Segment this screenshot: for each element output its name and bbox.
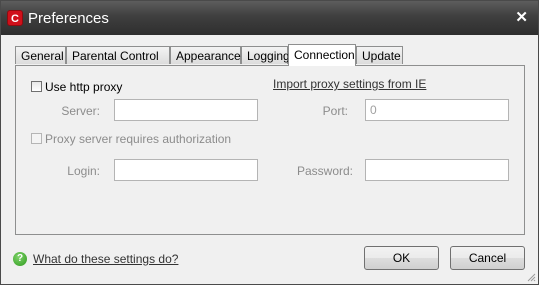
- login-label: Login:: [67, 164, 100, 178]
- tab-appearance[interactable]: Appearance: [170, 46, 241, 64]
- connection-panel: Use http proxy Import proxy settings fro…: [15, 65, 525, 235]
- server-label: Server:: [61, 104, 100, 118]
- resize-grip-icon[interactable]: [526, 272, 536, 282]
- tab-connection[interactable]: Connection: [288, 44, 356, 66]
- import-proxy-link[interactable]: Import proxy settings from IE: [273, 77, 426, 91]
- tab-parental-control[interactable]: Parental Control: [66, 46, 170, 64]
- cancel-button[interactable]: Cancel: [450, 246, 525, 270]
- server-input[interactable]: [114, 99, 258, 121]
- title-bar[interactable]: C Preferences ✕: [1, 1, 538, 35]
- auth-label: Proxy server requires authorization: [45, 132, 232, 146]
- password-input[interactable]: [365, 159, 509, 181]
- preferences-window: C Preferences ✕ General Parental Control…: [0, 0, 539, 285]
- close-icon[interactable]: ✕: [515, 9, 528, 27]
- help-question-icon: ?: [13, 252, 27, 266]
- tab-general[interactable]: General: [15, 46, 66, 64]
- port-label: Port:: [322, 104, 348, 118]
- password-label: Password:: [296, 164, 353, 178]
- tab-update[interactable]: Update: [356, 46, 403, 64]
- port-input[interactable]: [365, 99, 509, 121]
- app-logo-icon: C: [7, 10, 23, 26]
- login-input[interactable]: [114, 159, 258, 181]
- use-proxy-label[interactable]: Use http proxy: [45, 80, 122, 94]
- auth-checkbox[interactable]: [31, 133, 42, 144]
- help-link[interactable]: What do these settings do?: [33, 252, 178, 266]
- window-title: Preferences: [28, 10, 109, 27]
- tab-logging[interactable]: Logging: [241, 46, 290, 64]
- use-proxy-checkbox[interactable]: [31, 81, 42, 92]
- ok-button[interactable]: OK: [364, 246, 439, 270]
